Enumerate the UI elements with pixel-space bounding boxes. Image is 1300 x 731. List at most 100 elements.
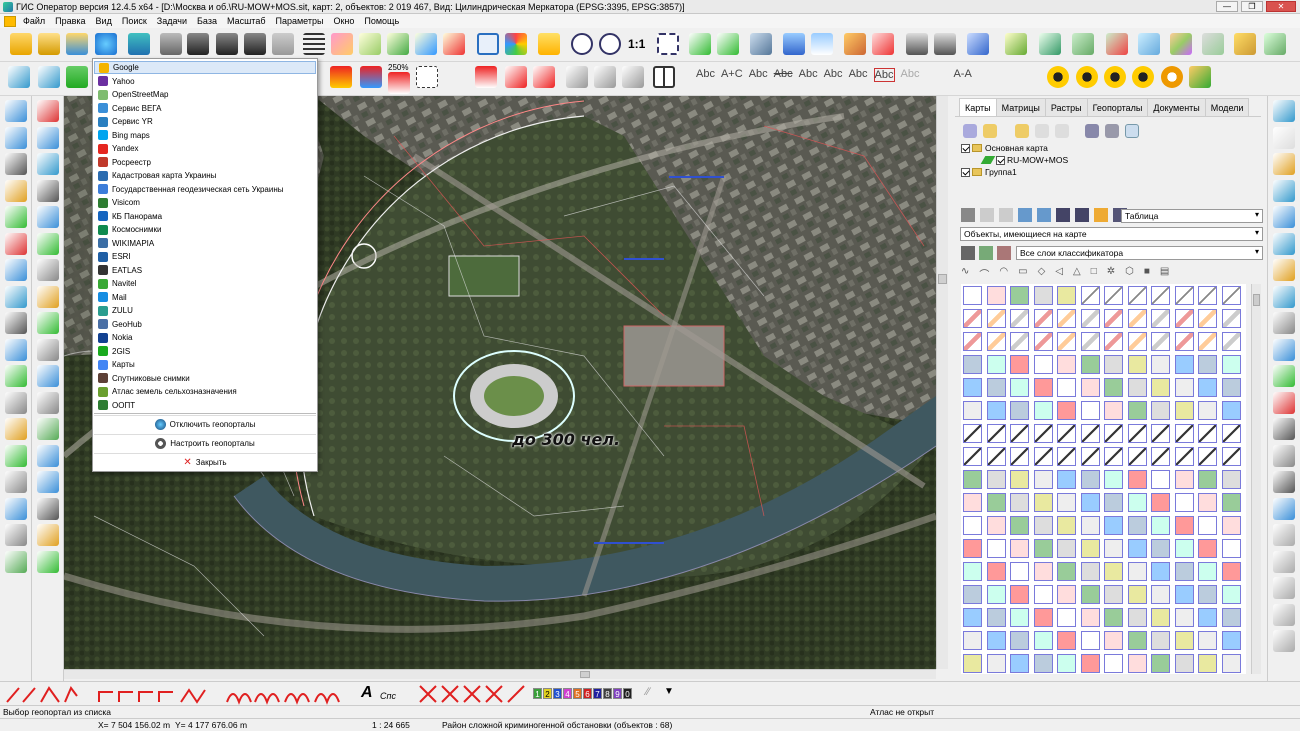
layer-tool-2-icon[interactable] (979, 246, 993, 260)
symbol-cell[interactable] (1174, 401, 1194, 420)
menu-scale[interactable]: Масштаб (222, 16, 271, 26)
zoom-out-icon[interactable] (571, 33, 593, 55)
window-frame-icon[interactable] (477, 33, 499, 55)
color-number-box[interactable]: 6 (583, 688, 592, 699)
edit-tool-icon[interactable] (5, 312, 27, 334)
symbol-cell[interactable] (1010, 424, 1029, 443)
symbol-cell[interactable] (963, 424, 982, 443)
edit-tool-icon[interactable] (37, 232, 59, 255)
panel-tab[interactable]: Документы (1147, 98, 1206, 116)
symbol-cell[interactable] (1221, 516, 1241, 535)
symbol-cell[interactable] (1057, 286, 1076, 305)
symbol-cell[interactable] (1198, 447, 1217, 466)
text-tool-7[interactable]: Abc (849, 68, 868, 82)
table-tool-icon[interactable] (961, 208, 975, 222)
symbol-cell[interactable] (1080, 401, 1100, 420)
edit-tool-icon[interactable] (5, 418, 27, 440)
red-flag-icon[interactable] (475, 66, 497, 88)
terrain-icon[interactable] (1264, 33, 1286, 55)
symbol-cell[interactable] (1221, 309, 1241, 328)
printer-icon[interactable] (906, 33, 928, 55)
symbol-cell[interactable] (1010, 378, 1029, 397)
edit-tool-icon[interactable] (5, 471, 27, 493)
menu-database[interactable]: База (192, 16, 222, 26)
symbol-cell[interactable] (1127, 286, 1147, 305)
symbol-cell[interactable] (1080, 355, 1100, 374)
side-tool-icon[interactable] (1273, 206, 1295, 228)
symbol-cell[interactable] (1080, 286, 1100, 305)
symbol-cell[interactable] (1080, 332, 1100, 351)
symbol-cell[interactable] (1198, 401, 1217, 420)
symbol-cell[interactable] (1221, 654, 1241, 673)
symbol-cell[interactable] (1198, 309, 1217, 328)
symbol-cell[interactable] (1057, 470, 1076, 489)
line-type-icon[interactable]: ∿ (961, 266, 969, 280)
symbol-cell[interactable] (1174, 562, 1194, 581)
symbol-cell[interactable] (1104, 654, 1123, 673)
edit-tool-icon[interactable] (5, 153, 27, 175)
zoom-ratio-label[interactable]: 1:1 (628, 37, 645, 51)
edit-tool-icon[interactable] (37, 179, 59, 202)
layer-stack-2-icon[interactable] (1202, 33, 1224, 55)
edit-tool-icon[interactable] (37, 206, 59, 228)
objects-filter-select[interactable]: Объекты, имеющиеся на карте (960, 227, 1263, 241)
binoculars-disabled-icon[interactable] (272, 33, 294, 55)
symbol-cell[interactable] (1104, 585, 1123, 604)
layer-stack-icon[interactable] (1170, 33, 1192, 55)
map-window-icon[interactable] (783, 33, 805, 55)
triangle-type-icon[interactable]: △ (1073, 266, 1081, 280)
legend-tool-icon[interactable] (1056, 208, 1070, 222)
geoportal-item[interactable]: 2GIS (94, 345, 316, 358)
geoportal-globe-icon[interactable] (95, 33, 117, 55)
symbol-cell[interactable] (1033, 493, 1053, 512)
symbol-cell[interactable] (1057, 447, 1076, 466)
symbol-cell[interactable] (1104, 309, 1123, 328)
layers-select[interactable]: Все слои классификатора (1016, 246, 1263, 260)
symbol-cell[interactable] (1033, 585, 1053, 604)
side-tool-icon[interactable] (1273, 471, 1295, 493)
symbol-cell[interactable] (1151, 378, 1170, 397)
symbol-cell[interactable] (1104, 424, 1123, 443)
panel-tab[interactable]: Геопорталы (1086, 98, 1149, 116)
symbol-cell[interactable] (963, 286, 982, 305)
scroll-thumb[interactable] (938, 274, 947, 284)
symbol-cell[interactable] (1033, 447, 1053, 466)
symbol-cell[interactable] (1174, 608, 1194, 627)
geoportal-item[interactable]: Visicom (94, 196, 316, 209)
symbol-cell[interactable] (1010, 562, 1029, 581)
symbol-cell[interactable] (1104, 631, 1123, 650)
symbol-cell[interactable] (1033, 562, 1053, 581)
vehicle-type-icon[interactable]: ▤ (1160, 266, 1169, 280)
edit-tool-icon[interactable] (37, 100, 59, 122)
panel-tab[interactable]: Матрицы (995, 98, 1046, 116)
symbol-cell[interactable] (1174, 654, 1194, 673)
edit-tool-icon[interactable] (5, 259, 27, 281)
geoportal-item[interactable]: Bing maps (94, 129, 316, 142)
geoportal-item[interactable]: Сервис YR (94, 115, 316, 128)
map-vertical-scrollbar[interactable] (936, 96, 948, 669)
symbol-cell[interactable] (1221, 562, 1241, 581)
symbol-cell[interactable] (1010, 401, 1029, 420)
map-horizontal-scrollbar[interactable] (64, 669, 936, 679)
symbol-cell[interactable] (1174, 631, 1194, 650)
symbol-cell[interactable] (1057, 562, 1076, 581)
symbol-cell[interactable] (1080, 424, 1100, 443)
geoportal-item[interactable]: ESRI (94, 250, 316, 263)
symbol-cell[interactable] (1221, 401, 1241, 420)
text-tool-6[interactable]: Abc (824, 68, 843, 82)
edit-tool-icon[interactable] (37, 444, 59, 467)
symbol-cell[interactable] (963, 470, 982, 489)
zoom-extent-icon[interactable] (657, 33, 679, 55)
side-tool-icon[interactable] (1273, 524, 1295, 546)
side-tool-icon[interactable] (1273, 126, 1295, 149)
symbol-cell[interactable] (1010, 654, 1029, 673)
map-sheet-3-icon[interactable] (1072, 33, 1094, 55)
symbol-cell[interactable] (1104, 516, 1123, 535)
symbol-cell[interactable] (1174, 378, 1194, 397)
symbol-cell[interactable] (1127, 585, 1147, 604)
text-tool-9[interactable]: Abc (901, 68, 920, 82)
doc-add-icon[interactable] (1035, 124, 1049, 138)
geoportal-item[interactable]: OpenStreetMap (94, 88, 316, 101)
gear-icon[interactable] (1161, 66, 1183, 88)
cut-icon[interactable] (505, 66, 527, 88)
